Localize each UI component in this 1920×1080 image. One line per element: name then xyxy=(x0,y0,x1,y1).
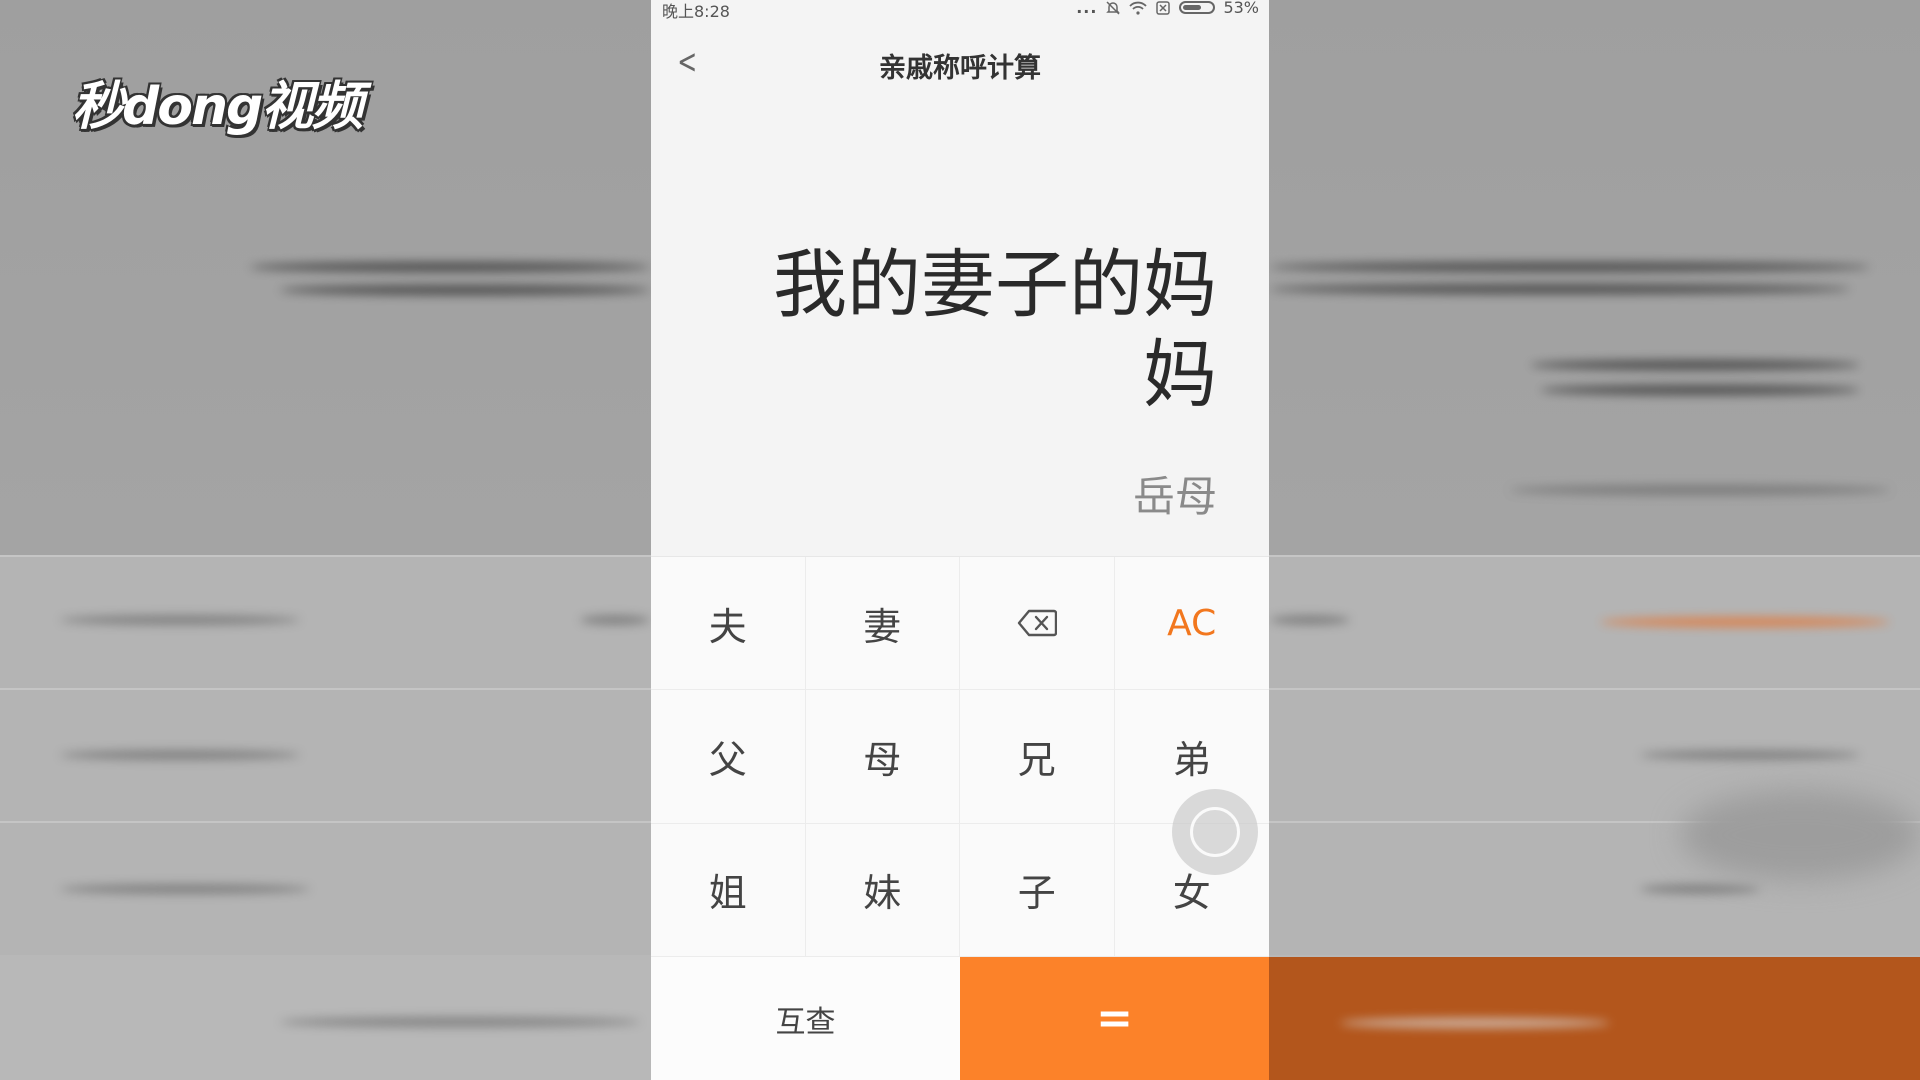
relation-keypad: 夫 妻 AC 父 母 兄 弟 姐 妹 子 女 xyxy=(651,556,1269,957)
mute-bell-icon xyxy=(1106,0,1121,15)
background-orange-band xyxy=(1269,957,1920,1080)
key-younger-sister[interactable]: 妹 xyxy=(805,823,960,957)
background-streak xyxy=(1540,385,1860,395)
backspace-button[interactable] xyxy=(960,557,1115,691)
mutual-lookup-button[interactable]: 互查 xyxy=(651,957,960,1080)
background-streak xyxy=(60,615,300,625)
status-time: 晚上8:28 xyxy=(662,2,730,21)
phone-screen: 晚上8:28 ... 53% < 亲戚称呼计算 我的妻子的妈妈 岳母 夫 妻 A… xyxy=(651,0,1269,1080)
key-wife[interactable]: 妻 xyxy=(805,557,960,691)
relation-expression: 我的妻子的妈妈 xyxy=(773,242,1217,418)
touch-indicator xyxy=(1172,789,1258,875)
title-bar: < 亲戚称呼计算 xyxy=(651,36,1269,92)
background-streak xyxy=(1510,485,1890,495)
background-streak xyxy=(1530,360,1860,370)
battery-icon xyxy=(1179,1,1216,14)
key-elder-brother[interactable]: 兄 xyxy=(960,690,1115,824)
background-streak xyxy=(1640,884,1760,894)
no-sim-icon xyxy=(1156,0,1171,15)
bottom-bar: 互查 = xyxy=(651,957,1269,1080)
status-icons: ... 53% xyxy=(1076,0,1259,17)
equals-button[interactable]: = xyxy=(960,957,1269,1080)
background-streak xyxy=(1270,262,1870,272)
background-streak xyxy=(280,1017,640,1027)
video-logo: 秒dong视频 xyxy=(72,77,363,137)
background-streak xyxy=(60,750,300,760)
status-bar: 晚上8:28 ... 53% xyxy=(651,0,1269,21)
page-title: 亲戚称呼计算 xyxy=(879,53,1041,84)
clear-all-button[interactable]: AC xyxy=(1114,557,1269,691)
more-dots-icon: ... xyxy=(1076,0,1098,17)
key-husband[interactable]: 夫 xyxy=(651,557,806,691)
background-streak xyxy=(1600,617,1890,627)
background-streak xyxy=(60,884,310,894)
background-streak xyxy=(1270,284,1850,294)
key-mother[interactable]: 母 xyxy=(805,690,960,824)
background-touch-ghost xyxy=(1680,790,1920,880)
wifi-icon xyxy=(1129,1,1148,15)
key-father[interactable]: 父 xyxy=(651,690,806,824)
background-streak xyxy=(580,615,650,625)
relation-result: 岳母 xyxy=(1132,472,1217,521)
backspace-icon xyxy=(1017,609,1057,637)
background-streak xyxy=(250,262,650,272)
background-streak xyxy=(1340,1018,1610,1028)
battery-percent: 53% xyxy=(1223,0,1259,17)
background-streak xyxy=(1270,615,1350,625)
background-streak xyxy=(1640,750,1860,760)
background-streak xyxy=(280,285,650,295)
key-elder-sister[interactable]: 姐 xyxy=(651,823,806,957)
key-son[interactable]: 子 xyxy=(960,823,1115,957)
